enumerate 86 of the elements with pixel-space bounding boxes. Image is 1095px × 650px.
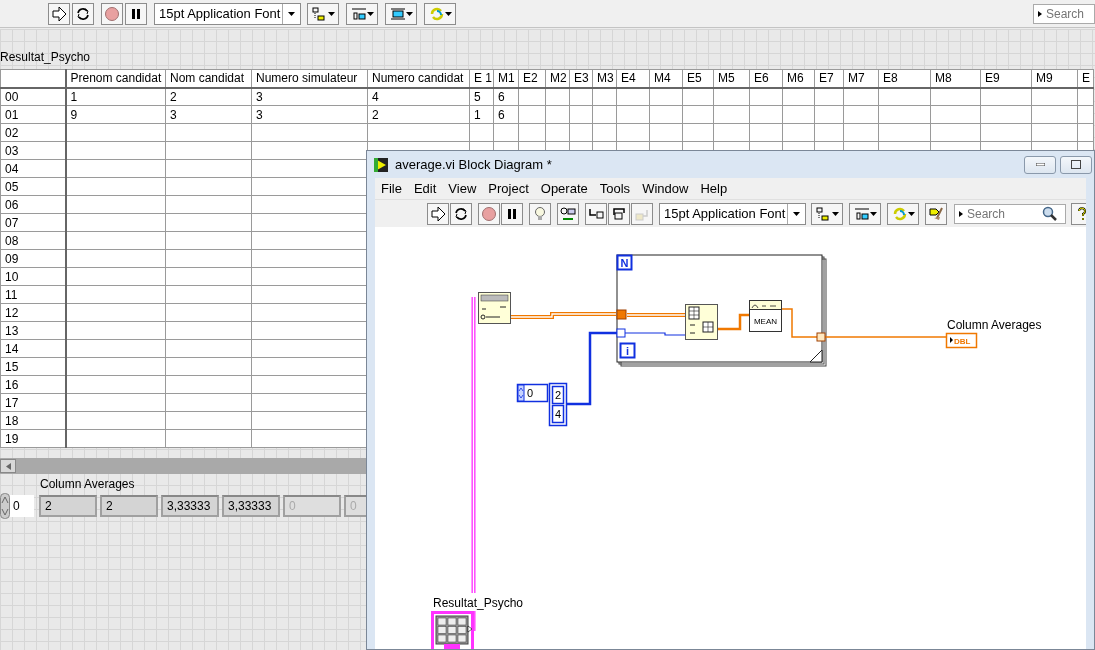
window-title: average.vi Block Diagram * [395, 155, 552, 174]
menu-item[interactable]: Help [694, 178, 734, 199]
row-header: 16 [0, 375, 66, 394]
table-cell: 3 [165, 105, 252, 124]
row-header: 19 [0, 429, 66, 448]
row-header: 13 [0, 321, 66, 340]
search-box[interactable]: Search [1033, 3, 1095, 24]
column-header: Nom candidat [165, 69, 252, 88]
row-header: 01 [0, 105, 66, 124]
search-field[interactable]: Search [964, 204, 1042, 223]
row-header: 12 [0, 303, 66, 322]
row-header: 15 [0, 357, 66, 376]
row-header: 06 [0, 195, 66, 214]
menu-item[interactable]: View [442, 178, 483, 199]
column-header: M8 [930, 69, 981, 88]
column-header: M1 [493, 69, 519, 88]
array-element: 3,33333 [161, 495, 219, 517]
row-header: 14 [0, 339, 66, 358]
table-cell: 6 [493, 87, 519, 106]
table-cell: 2 [367, 105, 470, 124]
row-header: 08 [0, 231, 66, 250]
block-diagram-window[interactable]: average.vi Block Diagram * File Edit View Project Operate Tools Window Help 15pt Application Font Search N i MEAN 0 2 4 Column Averages DBL Resultat_Psycho [366, 150, 1095, 650]
row-header: 17 [0, 393, 66, 412]
row-header: 04 [0, 159, 66, 178]
column-header: M9 [1031, 69, 1078, 88]
column-header: Numero candidat [367, 69, 470, 88]
column-header: E9 [980, 69, 1032, 88]
column-header: M3 [592, 69, 617, 88]
column-header: M7 [843, 69, 879, 88]
array-element[interactable]: 4 [551, 404, 565, 424]
array-element: 2 [39, 495, 97, 517]
column-header: E6 [749, 69, 783, 88]
index-field[interactable]: 0 [10, 495, 34, 517]
column-header: M5 [713, 69, 750, 88]
row-header: 02 [0, 123, 66, 142]
row-header: 03 [0, 141, 66, 160]
array-label: Column Averages [40, 477, 136, 491]
column-header: E2 [518, 69, 546, 88]
iteration-terminal[interactable]: i [619, 342, 636, 359]
table-cell: 3 [251, 87, 368, 106]
table-label: Resultat_Psycho [0, 50, 92, 64]
mean-node[interactable]: MEAN [749, 300, 782, 332]
font-dropdown[interactable]: 15pt Application Font [154, 2, 301, 25]
row-header: 00 [0, 87, 66, 106]
row-header: 05 [0, 177, 66, 196]
column-header: E4 [616, 69, 650, 88]
menu-item[interactable]: File [375, 178, 408, 199]
menu-item[interactable]: Window [636, 178, 695, 199]
column-header: E5 [682, 69, 714, 88]
row-header: 10 [0, 267, 66, 286]
row-header: 09 [0, 249, 66, 268]
column-header: E7 [814, 69, 844, 88]
table-cell: 9 [65, 105, 166, 124]
column-header: E 1 [469, 69, 494, 88]
column-header: E3 [569, 69, 593, 88]
table-cell: 5 [469, 87, 494, 106]
row-header: 18 [0, 411, 66, 430]
search-field[interactable]: Search [1043, 4, 1093, 23]
row-header: 07 [0, 213, 66, 232]
row-header: 11 [0, 285, 66, 304]
column-header: Prenom candidat [65, 69, 166, 88]
menu-item[interactable]: Tools [593, 178, 637, 199]
menu-item[interactable]: Project [482, 178, 535, 199]
indicator-label: Column Averages [947, 318, 1042, 332]
table-cell: 3 [251, 105, 368, 124]
control-label: Resultat_Psycho [433, 596, 524, 610]
table-cell: 6 [493, 105, 519, 124]
table-cell: 4 [367, 87, 470, 106]
search-box[interactable]: Search [954, 203, 1066, 224]
column-header: M6 [782, 69, 815, 88]
count-terminal[interactable]: N [616, 254, 633, 271]
array-element: 2 [100, 495, 158, 517]
column-header: E [1077, 69, 1094, 88]
column-header: Numero simulateur [251, 69, 368, 88]
menu-item[interactable]: Edit [407, 178, 443, 199]
array-element: 3,33333 [222, 495, 280, 517]
index-constant[interactable]: 0 [516, 383, 549, 403]
column-header: M4 [649, 69, 683, 88]
table-cell: 1 [65, 87, 166, 106]
table-cell: 2 [165, 87, 252, 106]
column-header: E8 [878, 69, 931, 88]
column-header: M2 [545, 69, 570, 88]
array-element[interactable]: 2 [551, 385, 565, 405]
font-dropdown[interactable]: 15pt Application Font [659, 202, 806, 225]
table-cell: 1 [469, 105, 494, 124]
menu-item[interactable]: Operate [534, 178, 594, 199]
